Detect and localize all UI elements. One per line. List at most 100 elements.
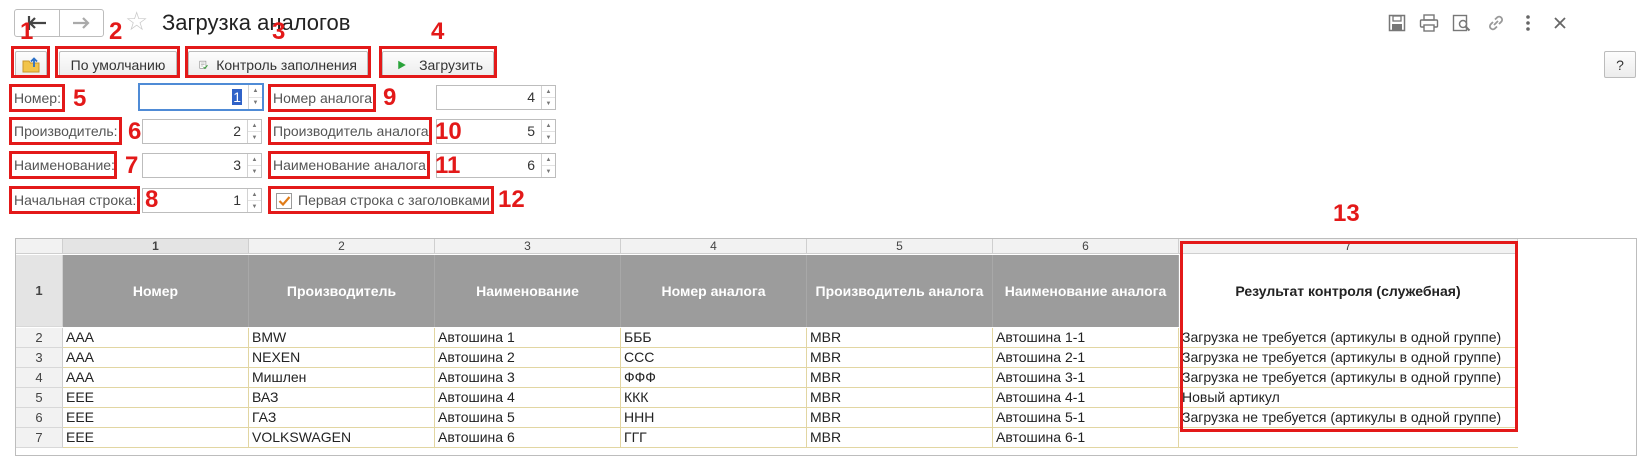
analog-name-stepper[interactable]: ▲ ▼	[541, 154, 555, 177]
table-cell[interactable]: NEXEN	[249, 348, 435, 368]
table-cell[interactable]: Загрузка не требуется (артикулы в одной …	[1179, 328, 1518, 348]
table-cell[interactable]: Автошина 3-1	[993, 368, 1179, 388]
table-cell[interactable]: VOLKSWAGEN	[249, 428, 435, 448]
name-field[interactable]: 3 ▲ ▼	[142, 153, 262, 178]
column-header-2[interactable]: 2	[249, 239, 435, 254]
table-cell[interactable]: Автошина 4-1	[993, 388, 1179, 408]
row-header-1[interactable]: 1	[16, 255, 63, 327]
maker-stepper[interactable]: ▲ ▼	[247, 120, 261, 143]
name-stepper[interactable]: ▲ ▼	[247, 154, 261, 177]
load-button[interactable]: Загрузить	[382, 51, 494, 78]
header-cell-4[interactable]: Номер аналога	[621, 255, 807, 327]
table-cell[interactable]: EEE	[63, 428, 249, 448]
fill-check-button[interactable]: Контроль заполнения	[188, 51, 368, 78]
analog-maker-stepper[interactable]: ▲ ▼	[541, 120, 555, 143]
table-cell[interactable]: ФФФ	[621, 368, 807, 388]
table-cell[interactable]: AAA	[63, 328, 249, 348]
close-icon[interactable]	[1547, 11, 1573, 35]
table-cell[interactable]: ВАЗ	[249, 388, 435, 408]
row-header-3[interactable]: 3	[16, 348, 63, 368]
column-header-3[interactable]: 3	[435, 239, 621, 254]
analog-name-label: Наименование аналога:	[273, 157, 430, 173]
table-cell[interactable]: Автошина 5-1	[993, 408, 1179, 428]
column-header-6[interactable]: 6	[993, 239, 1179, 254]
table-cell[interactable]: CCC	[621, 348, 807, 368]
table-cell[interactable]: MBR	[807, 348, 993, 368]
header-cell-5[interactable]: Производитель аналога	[807, 255, 993, 327]
table-cell[interactable]: MBR	[807, 408, 993, 428]
table-cell[interactable]: Новый артикул	[1179, 388, 1518, 408]
table-cell[interactable]: Автошина 5	[435, 408, 621, 428]
table-cell[interactable]: MBR	[807, 328, 993, 348]
annotation-number-9: 9	[383, 84, 397, 111]
header-cell-2[interactable]: Производитель	[249, 255, 435, 327]
analog-number-value: 4	[527, 89, 535, 105]
table-cell[interactable]: MBR	[807, 428, 993, 448]
row-header-7[interactable]: 7	[16, 428, 63, 448]
forward-button[interactable]	[58, 10, 104, 36]
table-cell[interactable]: Автошина 4	[435, 388, 621, 408]
table-cell[interactable]: Мишлен	[249, 368, 435, 388]
row-header-2[interactable]: 2	[16, 328, 63, 348]
row-header-4[interactable]: 4	[16, 368, 63, 388]
checklist-icon	[199, 60, 208, 69]
table-cell[interactable]: ККК	[621, 388, 807, 408]
upload-file-button[interactable]	[15, 51, 47, 78]
analog-maker-label: Производитель аналога:	[273, 123, 433, 139]
table-cell[interactable]: Загрузка не требуется (артикулы в одной …	[1179, 408, 1518, 428]
number-stepper[interactable]: ▲ ▼	[248, 85, 262, 109]
analog-number-field[interactable]: 4 ▲ ▼	[436, 85, 556, 110]
table-cell[interactable]: Загрузка не требуется (артикулы в одной …	[1179, 348, 1518, 368]
row-header-6[interactable]: 6	[16, 408, 63, 428]
column-header-5[interactable]: 5	[807, 239, 993, 254]
fill-check-label: Контроль заполнения	[216, 56, 357, 73]
header-cell-6[interactable]: Наименование аналога	[993, 255, 1179, 327]
help-button[interactable]: ?	[1604, 51, 1636, 78]
table-cell[interactable]: Автошина 2	[435, 348, 621, 368]
header-cell-1[interactable]: Номер	[63, 255, 249, 327]
table-cell[interactable]: MBR	[807, 368, 993, 388]
table-cell[interactable]: BMW	[249, 328, 435, 348]
table-cell[interactable]: Автошина 1-1	[993, 328, 1179, 348]
start-row-label: Начальная строка:	[14, 192, 137, 208]
preview-icon[interactable]	[1449, 11, 1475, 35]
table-cell[interactable]: Автошина 1	[435, 328, 621, 348]
save-icon[interactable]	[1384, 11, 1410, 35]
first-row-headers-checkbox[interactable]	[276, 193, 292, 209]
more-icon[interactable]	[1515, 11, 1541, 35]
table-cell[interactable]: Автошина 2-1	[993, 348, 1179, 368]
table-cell[interactable]: ГАЗ	[249, 408, 435, 428]
table-cell[interactable]: EEE	[63, 408, 249, 428]
start-row-field[interactable]: 1 ▲ ▼	[142, 188, 262, 213]
favorite-star-icon[interactable]: ☆	[125, 6, 148, 37]
number-field[interactable]: 1 ▲ ▼	[138, 83, 264, 111]
table-cell[interactable]: Автошина 6-1	[993, 428, 1179, 448]
row-header-5[interactable]: 5	[16, 388, 63, 408]
annotation-number-3: 3	[272, 18, 286, 45]
header-cell-3[interactable]: Наименование	[435, 255, 621, 327]
default-button[interactable]: По умолчанию	[59, 51, 177, 78]
table-cell[interactable]: MBR	[807, 388, 993, 408]
maker-field[interactable]: 2 ▲ ▼	[142, 119, 262, 144]
table-cell[interactable]	[1179, 428, 1518, 448]
table-cell[interactable]: AAA	[63, 368, 249, 388]
print-icon[interactable]	[1416, 11, 1442, 35]
table-cell[interactable]: ННН	[621, 408, 807, 428]
analog-number-stepper[interactable]: ▲ ▼	[541, 86, 555, 109]
table-cell[interactable]: БББ	[621, 328, 807, 348]
table-cell[interactable]: Автошина 6	[435, 428, 621, 448]
table-cell[interactable]: Автошина 3	[435, 368, 621, 388]
column-header-7[interactable]: 7	[1179, 239, 1518, 254]
table-cell[interactable]: Загрузка не требуется (артикулы в одной …	[1179, 368, 1518, 388]
header-cell-7[interactable]: Результат контроля (служебная)	[1179, 255, 1518, 327]
table-cell[interactable]: ГГГ	[621, 428, 807, 448]
column-header-1[interactable]: 1	[63, 239, 249, 254]
first-row-headers-label[interactable]: Первая строка с заголовками	[298, 189, 490, 212]
annotation-number-6: 6	[128, 118, 142, 145]
link-icon[interactable]	[1483, 11, 1509, 35]
column-header-4[interactable]: 4	[621, 239, 807, 254]
spreadsheet[interactable]: 1 2 3 4 5 6 7 1 Номер Производитель Наименование Но…	[15, 238, 1637, 456]
start-row-stepper[interactable]: ▲ ▼	[247, 189, 261, 212]
table-cell[interactable]: EEE	[63, 388, 249, 408]
table-cell[interactable]: AAA	[63, 348, 249, 368]
